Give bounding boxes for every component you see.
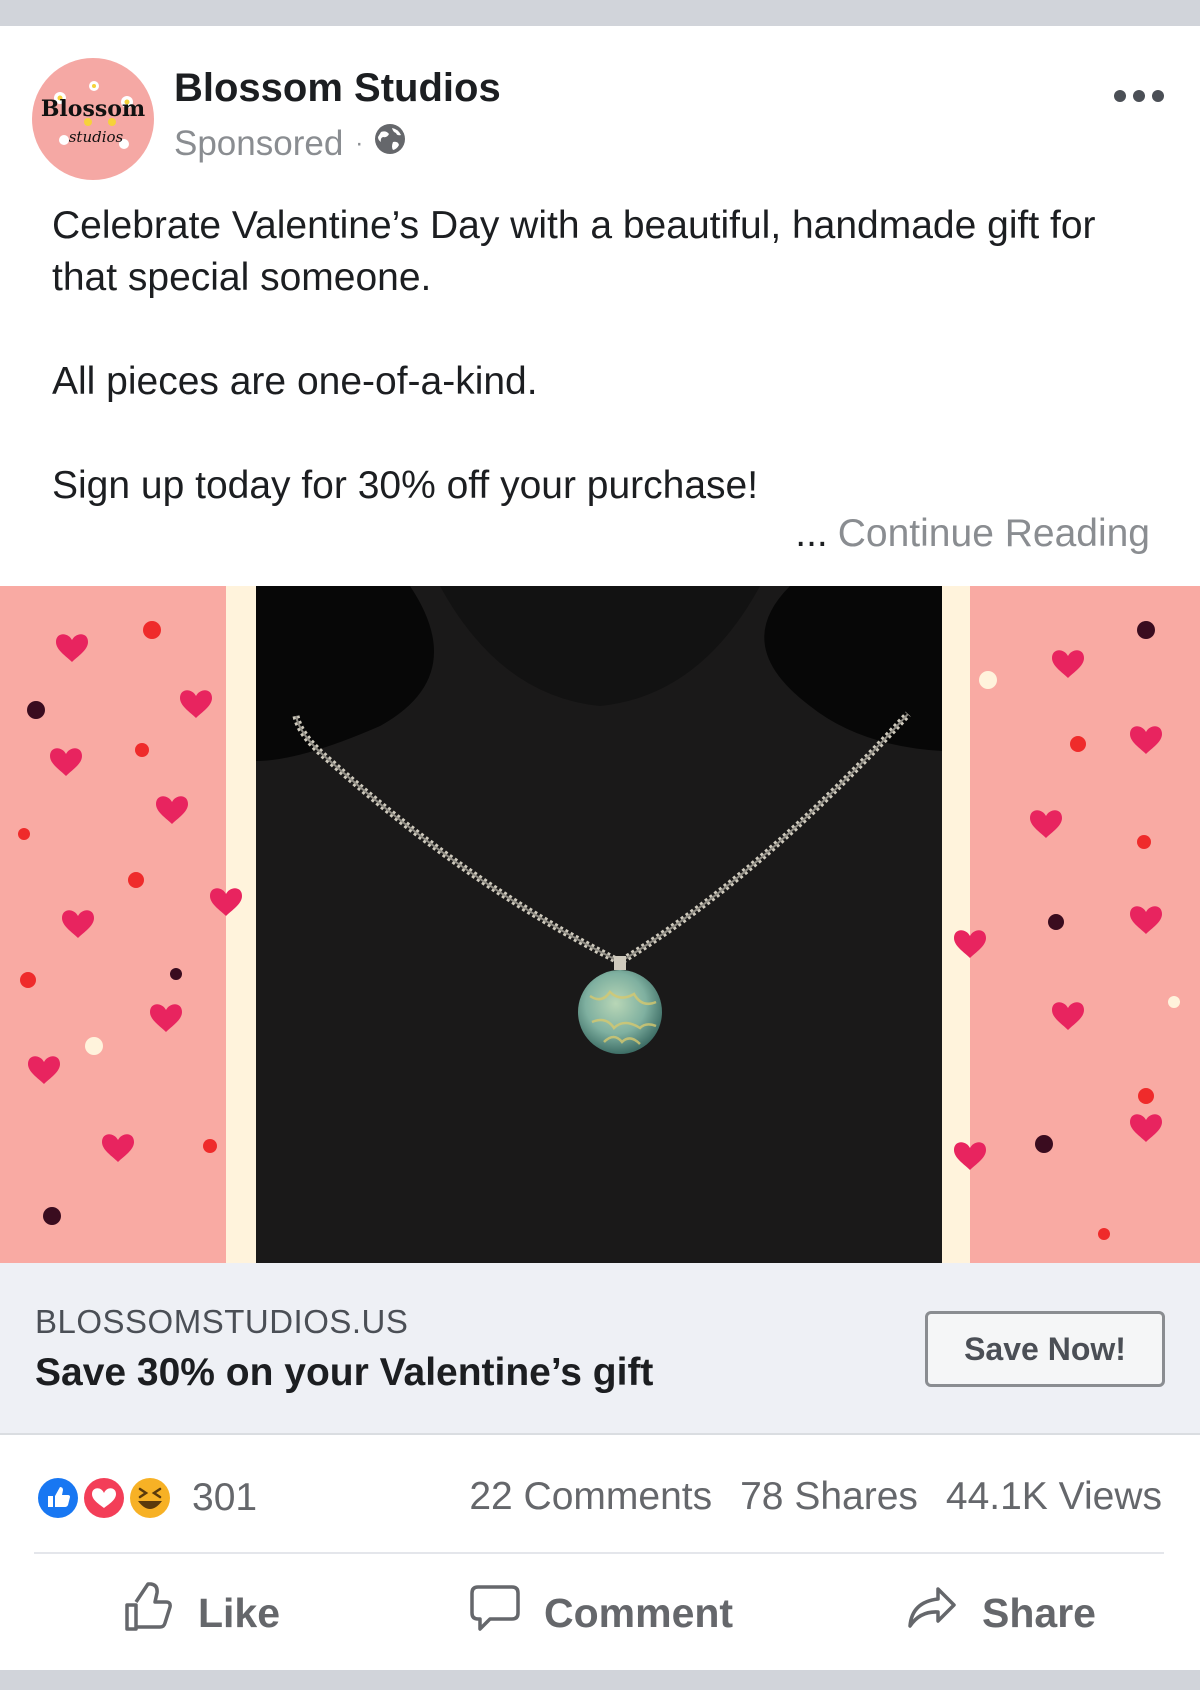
share-label: Share bbox=[982, 1589, 1096, 1636]
share-icon bbox=[906, 1581, 960, 1645]
reaction-count: 301 bbox=[192, 1476, 258, 1519]
continue-reading-link[interactable]: Continue Reading bbox=[838, 512, 1150, 555]
post-paragraph: Celebrate Valentine’s Day with a beautif… bbox=[52, 204, 1096, 299]
link-headline: Save 30% on your Valentine’s gift bbox=[35, 1351, 654, 1394]
page-avatar[interactable]: Blossom studios bbox=[32, 58, 154, 180]
like-icon bbox=[122, 1581, 176, 1645]
views-count: 44.1K Views bbox=[945, 1475, 1162, 1518]
sponsored-label[interactable]: Sponsored bbox=[174, 124, 343, 164]
post-paragraph: All pieces are one-of-a-kind. bbox=[52, 360, 538, 403]
shares-count[interactable]: 78 Shares bbox=[740, 1475, 918, 1519]
comment-label: Comment bbox=[544, 1589, 734, 1636]
svg-text:Blossom: Blossom bbox=[41, 96, 145, 122]
share-button[interactable]: Share bbox=[906, 1580, 1096, 1646]
ellipsis: ... bbox=[795, 512, 828, 555]
post-text: Celebrate Valentine’s Day with a beautif… bbox=[52, 200, 1152, 512]
top-separator bbox=[0, 0, 1200, 26]
save-now-button[interactable]: Save Now! bbox=[925, 1311, 1165, 1387]
like-reaction-icon bbox=[36, 1476, 80, 1520]
comments-count[interactable]: 22 Comments bbox=[469, 1475, 712, 1519]
link-domain: BLOSSOMSTUDIOS.US bbox=[35, 1303, 409, 1340]
continue-reading: ... Continue Reading bbox=[795, 512, 1150, 556]
page-name[interactable]: Blossom Studios bbox=[174, 66, 501, 111]
bottom-separator bbox=[0, 1670, 1200, 1690]
svg-text:studios: studios bbox=[69, 128, 124, 146]
link-card[interactable]: BLOSSOMSTUDIOS.US Save 30% on your Valen… bbox=[0, 1263, 1200, 1435]
meta-separator: · bbox=[355, 129, 364, 157]
reactions-summary[interactable]: 301 bbox=[34, 1473, 257, 1523]
engagement-stats: 22 Comments 78 Shares 44.1K Views bbox=[469, 1475, 1162, 1519]
globe-icon bbox=[373, 122, 407, 165]
post-meta: Sponsored · bbox=[174, 122, 407, 165]
love-reaction-icon bbox=[82, 1476, 126, 1520]
haha-reaction-icon bbox=[128, 1476, 172, 1520]
comment-button[interactable]: Comment bbox=[468, 1580, 733, 1646]
like-label: Like bbox=[198, 1589, 281, 1636]
divider bbox=[34, 1552, 1164, 1554]
post-paragraph: Sign up today for 30% off your purchase! bbox=[52, 464, 759, 507]
ad-image[interactable] bbox=[0, 586, 1200, 1263]
more-options-icon[interactable] bbox=[1114, 82, 1170, 110]
like-button[interactable]: Like bbox=[122, 1580, 280, 1646]
comment-icon bbox=[468, 1581, 522, 1645]
